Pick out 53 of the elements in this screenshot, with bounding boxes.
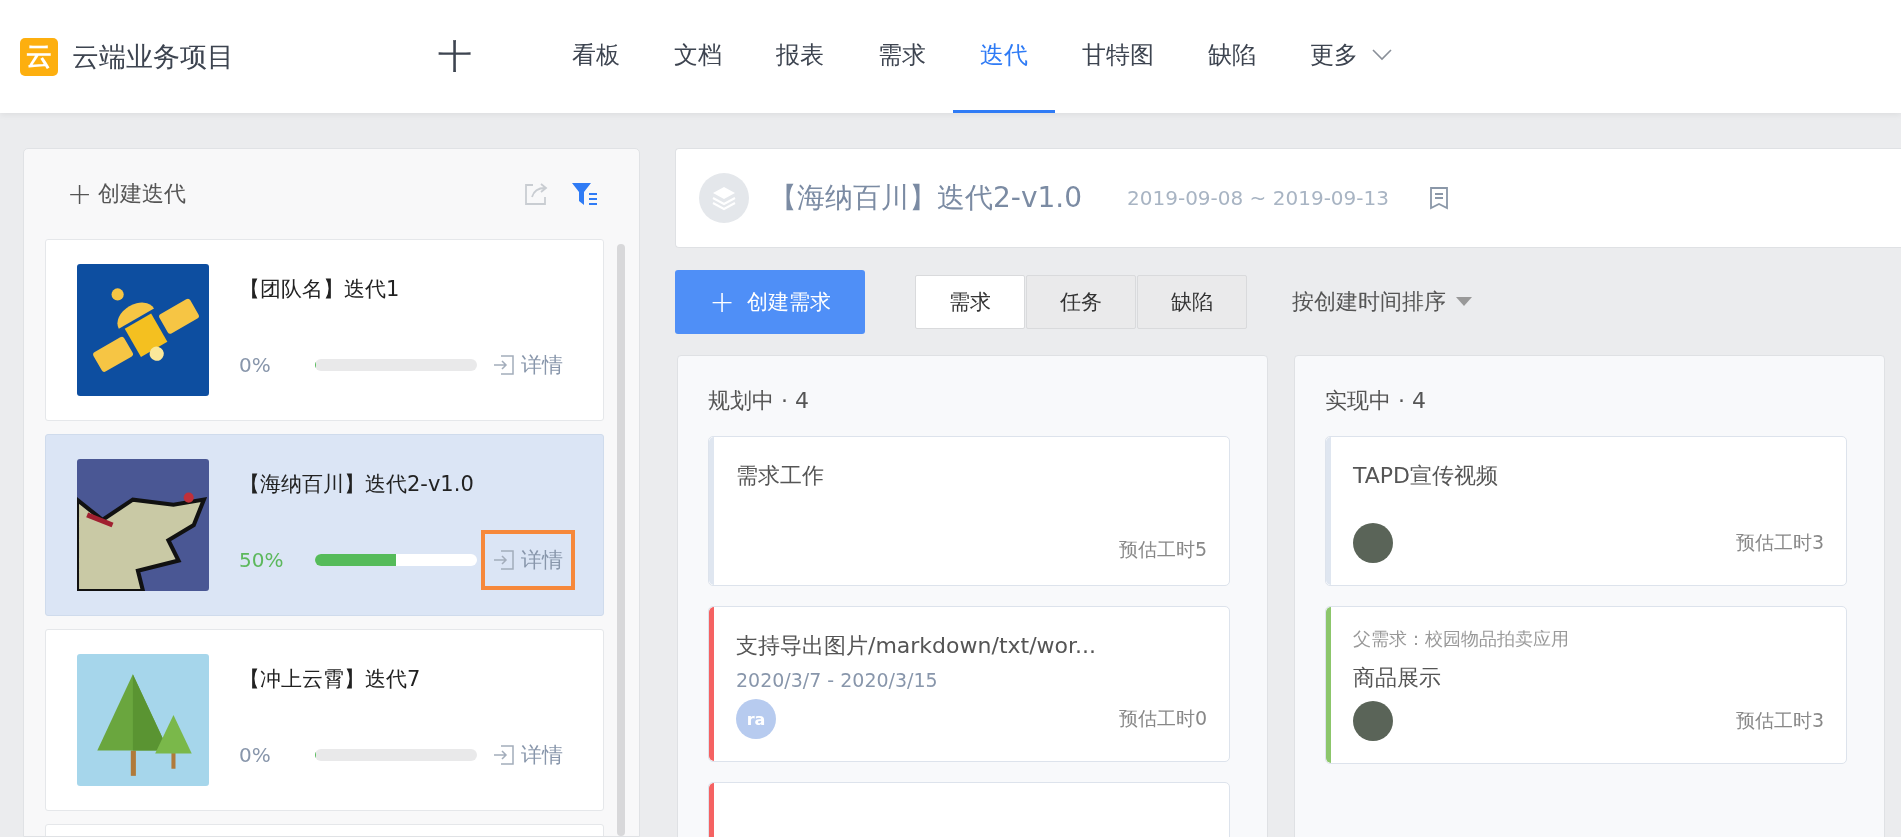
column-title: 实现中 · 4 — [1325, 387, 1427, 415]
nav-tab[interactable]: 需求 — [851, 0, 953, 113]
avatar-placeholder — [1353, 523, 1393, 563]
caret-down-icon — [1456, 297, 1472, 307]
card-title: TAPD宣传视频 — [1353, 462, 1499, 490]
iteration-title: 【冲上云霄】迭代7 — [239, 666, 422, 693]
iteration-card[interactable]: 【冲上云霄】迭代7 0% 详情 — [45, 629, 604, 811]
view-tab[interactable]: 缺陷 — [1137, 275, 1247, 329]
estimate-hours: 预估工时3 — [1735, 530, 1824, 555]
estimate-hours: 预估工时3 — [1735, 708, 1824, 733]
project-name: 云端业务项目 — [72, 39, 234, 74]
layers-icon — [699, 173, 749, 223]
parent-story: 父需求：校园物品拍卖应用 — [1353, 627, 1570, 651]
story-card[interactable]: 需求工作 预估工时5 — [708, 436, 1230, 586]
avatar-placeholder — [1353, 701, 1393, 741]
enter-icon — [493, 549, 515, 571]
add-button[interactable]: 十 — [425, 33, 485, 80]
card-dates: 2020/3/7 - 2020/3/15 — [736, 669, 939, 691]
iteration-title: 【海纳百川】迭代2-v1.0 — [239, 471, 475, 498]
story-card[interactable]: TAPD宣传视频 预估工时3 — [1325, 436, 1847, 586]
view-tab[interactable]: 任务 — [1026, 275, 1136, 329]
filter-icon[interactable] — [571, 181, 599, 207]
story-card[interactable]: 父需求：校园物品拍卖应用 商品展示 预估工时3 — [1325, 606, 1847, 764]
progress-percent: 50% — [239, 548, 285, 572]
iteration-title: 【海纳百川】迭代2-v1.0 — [769, 180, 1083, 216]
story-card[interactable]: 支持导出图片/markdown/txt/wor... 2020/3/7 - 2020/3/15 ra 预估工时0 — [708, 606, 1230, 762]
view-tab[interactable]: 需求 — [915, 275, 1025, 329]
enter-icon — [493, 354, 515, 376]
nav-tab[interactable]: 甘特图 — [1055, 0, 1181, 113]
user-avatar: ra — [736, 699, 776, 739]
card-title: 需求工作 — [736, 462, 825, 490]
create-iteration-button[interactable]: + 创建迭代 — [67, 179, 187, 209]
estimate-hours: 预估工时0 — [1118, 706, 1207, 731]
column-title: 规划中 · 4 — [708, 387, 810, 415]
nav-tab[interactable]: 缺陷 — [1181, 0, 1283, 113]
project-logo: 云 — [20, 37, 58, 76]
iteration-card[interactable]: 【团队名】迭代1 0% 详情 — [45, 239, 604, 421]
nav-tab[interactable]: 报表 — [749, 0, 851, 113]
progress-percent: 0% — [239, 353, 272, 377]
nav-tab[interactable]: 看板 — [545, 0, 647, 113]
sort-dropdown[interactable]: 按创建时间排序 — [1292, 287, 1472, 317]
iteration-title: 【团队名】迭代1 — [239, 276, 401, 303]
estimate-hours: 预估工时5 — [1118, 537, 1207, 562]
share-icon[interactable] — [523, 181, 549, 207]
iteration-card[interactable]: 【海纳百川】迭代2-v1.0 50% 详情 — [45, 434, 604, 616]
progress-percent: 0% — [239, 743, 272, 767]
nav-tab[interactable]: 迭代 — [953, 0, 1055, 113]
nav-tab[interactable]: 更多 — [1283, 0, 1419, 113]
card-title: 商品展示 — [1353, 664, 1442, 692]
card-title: 支持导出图片/markdown/txt/wor... — [736, 632, 1098, 660]
iteration-dates: 2019-09-08 ~ 2019-09-13 — [1127, 186, 1389, 210]
nav-tab[interactable]: 文档 — [647, 0, 749, 113]
enter-icon — [493, 744, 515, 766]
